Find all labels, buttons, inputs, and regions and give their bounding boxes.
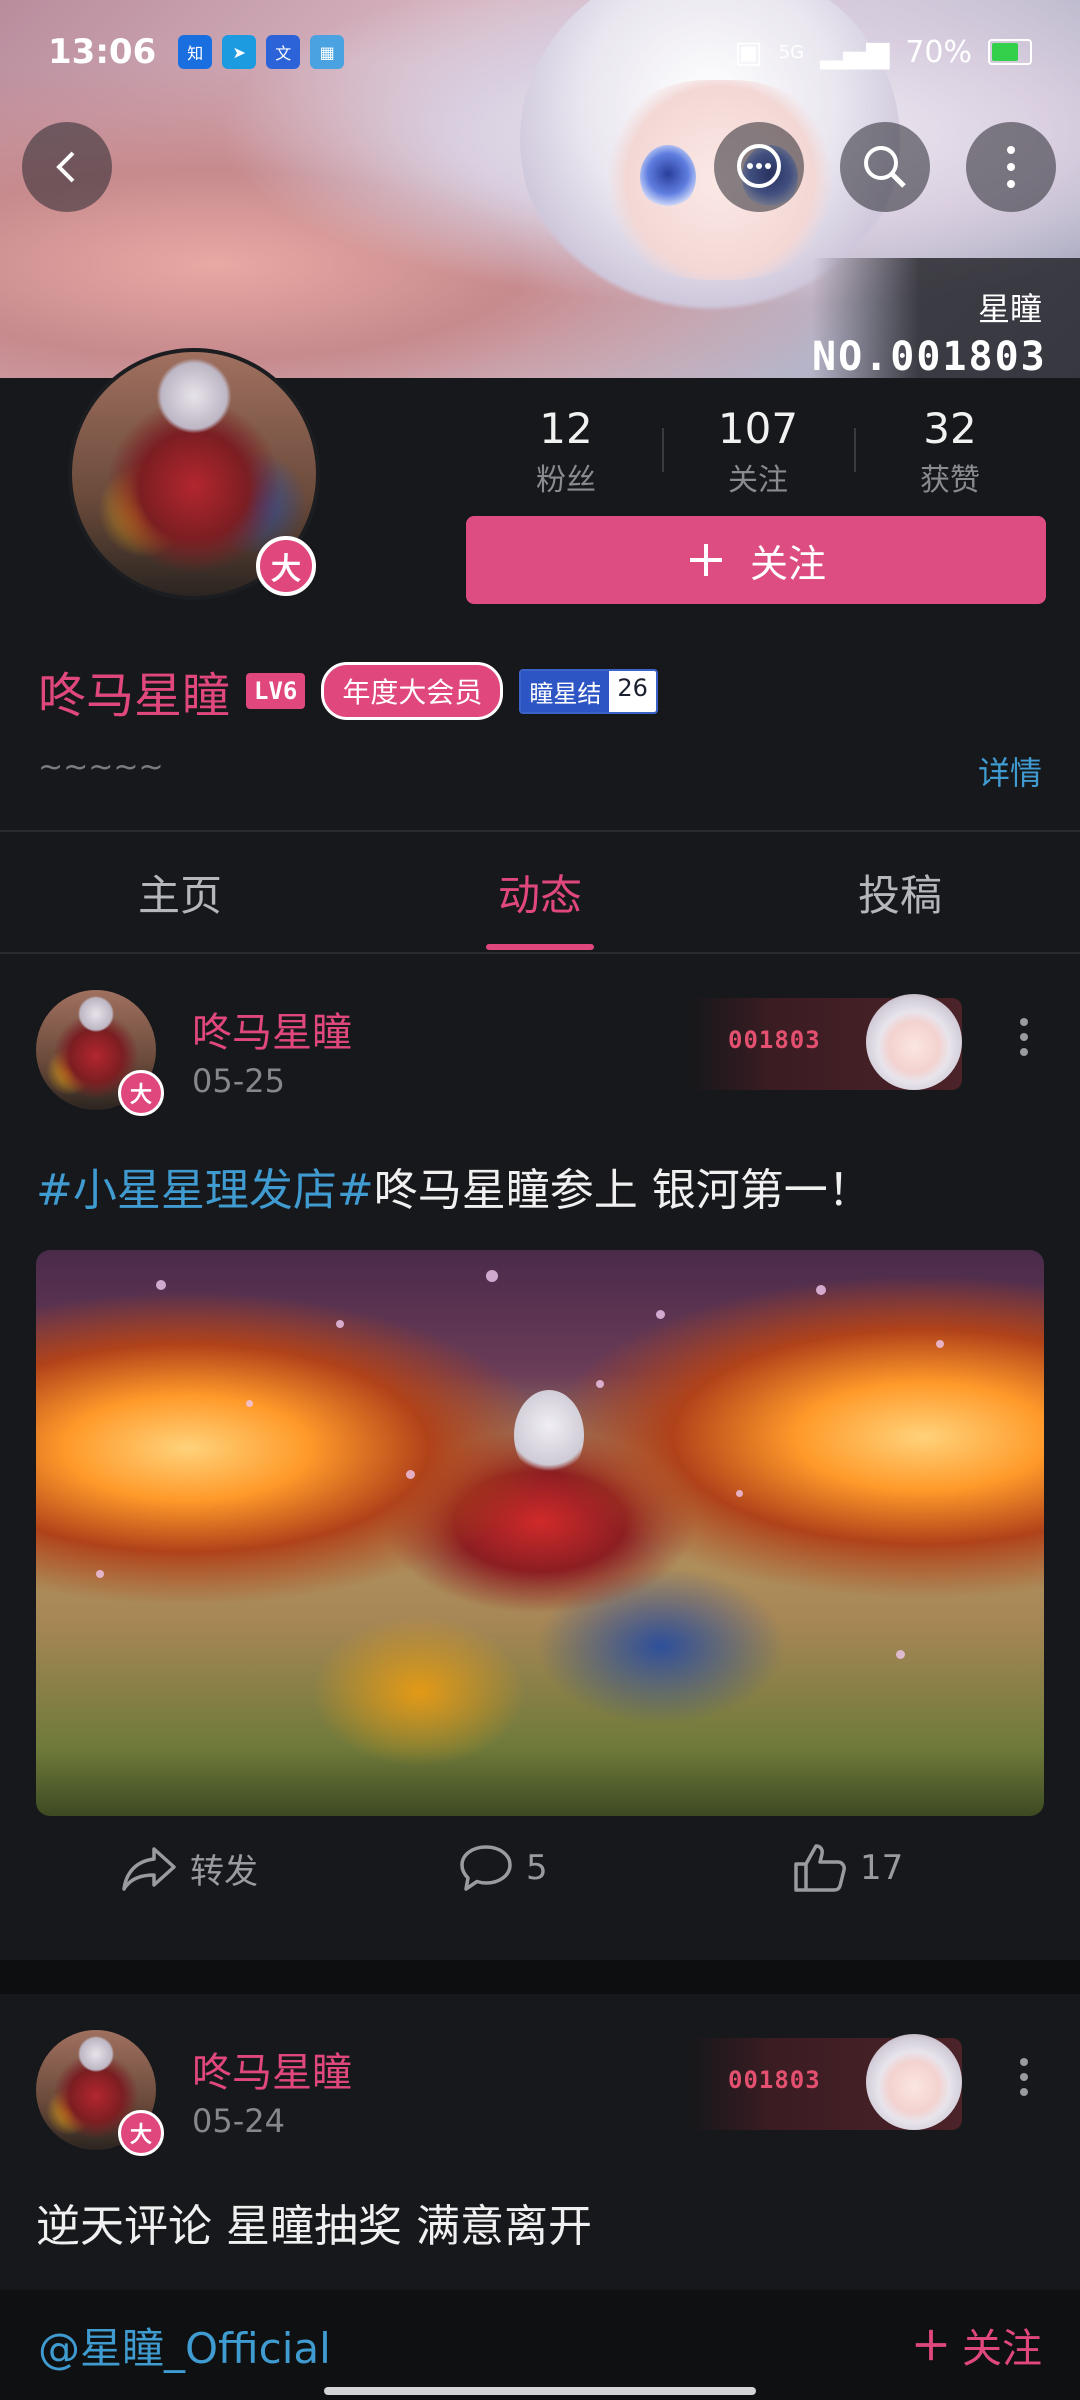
- profile-tabs: 主页 动态 投稿: [0, 832, 1080, 952]
- post-text: #小星星理发店#咚马星瞳参上 银河第一！: [36, 1154, 872, 1218]
- app-notification-icon: ▦: [310, 35, 345, 69]
- profile-banner: 13:06 知 ➤ 文 ▦ ▣ 5G ▂▄▆ 70% 星瞳 NO.001803: [0, 0, 1080, 378]
- post-date: 05-25: [192, 1062, 285, 1100]
- forward-button[interactable]: 转发: [120, 1843, 258, 1893]
- banner-eye-left: [640, 145, 696, 209]
- more-options-button[interactable]: [966, 122, 1056, 212]
- stat-followers[interactable]: 12 粉丝: [470, 404, 662, 499]
- username: 咚马星瞳: [38, 668, 231, 724]
- status-time: 13:06: [48, 32, 157, 72]
- search-button[interactable]: [840, 122, 930, 212]
- battery-icon: [988, 39, 1032, 65]
- battery-percent: 70%: [905, 34, 972, 70]
- like-count: 17: [860, 1848, 904, 1888]
- banner-name: 星瞳: [977, 290, 1042, 328]
- plus-icon: [915, 2329, 947, 2361]
- nfc-icon: ▣: [734, 34, 763, 70]
- post-text: 逆天评论 星瞳抽奖 满意离开: [36, 2201, 592, 2252]
- stat-value: 107: [717, 404, 799, 453]
- stat-label: 粉丝: [536, 463, 596, 498]
- like-button[interactable]: 17: [792, 1842, 903, 1894]
- post-text-body: 咚马星瞳参上 银河第一！: [373, 1165, 872, 1216]
- tab-submissions[interactable]: 投稿: [720, 832, 1080, 952]
- tab-dynamics[interactable]: 动态: [360, 832, 720, 952]
- post-item: 大 咚马星瞳 05-24 001803 逆天评论 星瞳抽奖 满意离开: [0, 1994, 1080, 2290]
- bottom-follow-button[interactable]: 关注: [912, 2316, 1042, 2374]
- post-date: 05-24: [192, 2102, 285, 2140]
- comment-button[interactable]: 5: [458, 1843, 548, 1893]
- fan-medal-badge[interactable]: 瞳星结 26: [519, 668, 658, 714]
- detail-link[interactable]: 详情: [978, 748, 1042, 794]
- more-vertical-icon: [1007, 146, 1015, 188]
- post-author[interactable]: 咚马星瞳: [192, 1000, 352, 1058]
- send-notification-icon: ➤: [222, 35, 257, 69]
- signal-icon: ▂▄▆: [820, 34, 890, 70]
- signature: ~~~~~: [38, 750, 164, 785]
- message-button[interactable]: [714, 122, 804, 212]
- follow-button-label: 关注: [749, 541, 826, 586]
- name-row: 咚马星瞳 LV6 年度大会员 瞳星结 26: [38, 656, 658, 726]
- thumbs-up-icon: [794, 1844, 846, 1892]
- comment-count: 5: [526, 1848, 548, 1888]
- stat-value: 32: [923, 404, 977, 453]
- fan-card-decoration[interactable]: 001803: [690, 2034, 962, 2130]
- plus-icon: [689, 544, 722, 576]
- fan-card-number: 001803: [728, 2066, 821, 2094]
- banner-id-number: NO.001803: [812, 334, 1047, 378]
- comment-icon: [460, 1845, 512, 1891]
- notification-icons: 知 ➤ 文 ▦: [178, 35, 345, 69]
- fan-card-decoration[interactable]: 001803: [690, 994, 962, 1090]
- post-more-button[interactable]: [1020, 2058, 1028, 2096]
- zhihu-notification-icon: 知: [178, 35, 213, 69]
- share-arrow-icon: [122, 1847, 176, 1891]
- banner-id-box: 星瞳 NO.001803: [812, 258, 1080, 378]
- network-label: 5G: [778, 41, 805, 63]
- stat-following[interactable]: 107 关注: [662, 404, 854, 499]
- post-member-badge: 大: [118, 2110, 164, 2156]
- post-member-badge: 大: [118, 1070, 164, 1116]
- vip-badge[interactable]: 年度大会员: [321, 662, 504, 720]
- post-more-button[interactable]: [1020, 1018, 1028, 1056]
- bottom-follow-bar: @星瞳_Official 关注: [0, 2290, 1080, 2400]
- profile-stats: 12 粉丝 107 关注 32 获赞: [470, 404, 1046, 499]
- home-indicator[interactable]: [324, 2387, 756, 2395]
- level-badge: LV6: [246, 673, 306, 709]
- post-topic-link[interactable]: #小星星理发店#: [36, 1165, 374, 1216]
- post-separator: [0, 1960, 1080, 1994]
- back-button[interactable]: [22, 122, 112, 212]
- tab-home[interactable]: 主页: [0, 832, 360, 952]
- post-author[interactable]: 咚马星瞳: [192, 2040, 352, 2098]
- chat-bubble-icon: [737, 144, 781, 188]
- stat-value: 12: [539, 404, 593, 453]
- status-right: ▣ 5G ▂▄▆ 70%: [734, 35, 1032, 70]
- forward-label: 转发: [190, 1851, 258, 1892]
- follow-button[interactable]: 关注: [466, 516, 1046, 604]
- fan-card-number: 001803: [728, 1026, 821, 1054]
- fan-card-avatar: [866, 994, 962, 1090]
- status-bar: 13:06 知 ➤ 文 ▦ ▣ 5G ▂▄▆ 70%: [0, 0, 1080, 104]
- big-member-badge: 大: [256, 536, 316, 596]
- stat-label: 关注: [728, 463, 788, 498]
- fan-medal-name: 瞳星结: [521, 670, 610, 712]
- profile-section: 大 12 粉丝 107 关注 32 获赞 关注 咚马星瞳 LV6 年度大会员 瞳…: [0, 348, 1080, 832]
- stat-likes[interactable]: 32 获赞: [854, 404, 1046, 499]
- translate-notification-icon: 文: [266, 35, 301, 69]
- post-image[interactable]: [36, 1250, 1044, 1816]
- bottom-follow-label: 关注: [962, 2326, 1042, 2372]
- back-arrow-icon: [56, 151, 75, 183]
- bottom-handle[interactable]: @星瞳_Official: [38, 2315, 331, 2376]
- fan-card-avatar: [866, 2034, 962, 2130]
- stat-label: 获赞: [920, 463, 980, 498]
- fan-medal-level: 26: [609, 670, 656, 712]
- search-icon: [864, 146, 906, 188]
